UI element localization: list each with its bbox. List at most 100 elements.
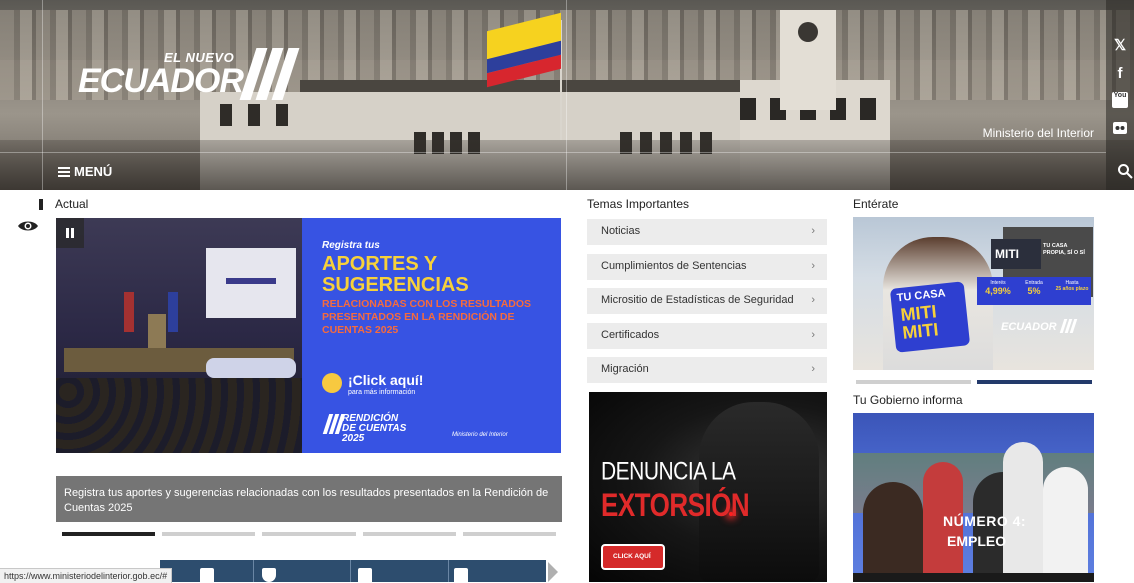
miti-text: MITI MITI <box>899 301 940 343</box>
slider-dot[interactable] <box>62 532 156 536</box>
gobierno-banner[interactable]: NÚMERO 4: EMPLEO <box>853 413 1094 582</box>
chevron-right-icon: › <box>811 225 815 237</box>
slider-dot[interactable] <box>162 532 256 536</box>
numero-text: NÚMERO 4: <box>943 513 1027 529</box>
hero-banner: EL NUEVO ECUADOR Ministerio del Interior… <box>0 0 1134 190</box>
temas-title: Temas Importantes <box>587 197 690 211</box>
temas-list: Noticias › Cumplimientos de Sentencias ›… <box>587 219 827 392</box>
slide-photo <box>56 218 302 453</box>
browser-status-url: https://www.ministeriodelinterior.gob.ec… <box>0 568 173 583</box>
menu-button[interactable]: MENÚ <box>58 164 112 179</box>
extorsion-line1: DENUNCIA LA <box>601 458 736 486</box>
hero-front-shade <box>0 140 1134 190</box>
search-icon[interactable] <box>1117 163 1133 179</box>
x-icon[interactable]: 𝕏 <box>1112 38 1128 54</box>
rendicion-bars-icon <box>322 414 346 434</box>
hamburger-icon <box>58 167 70 177</box>
slider-dot[interactable] <box>977 380 1092 384</box>
accessibility-eye-icon[interactable] <box>17 219 39 233</box>
slider-dots <box>62 532 557 536</box>
slider-dot[interactable] <box>362 532 456 536</box>
casa-propia-badge: TU CASA PROPIA, SÍ O SÍ <box>1043 239 1089 269</box>
ecuador-logo-text: ECUADOR <box>1001 321 1057 333</box>
hero-guide-line <box>42 0 43 190</box>
quick-link-divider <box>253 560 254 582</box>
rate-plazo: Hasta 25 años plazo <box>1055 280 1089 292</box>
tema-label: Cumplimientos de Sentencias <box>601 259 747 272</box>
person-photo <box>863 482 923 582</box>
quick-link-icon[interactable] <box>200 568 214 582</box>
hero-guide-line <box>0 152 1106 153</box>
tema-label: Noticias <box>601 225 641 237</box>
logo-bars-icon <box>228 48 300 100</box>
flickr-icon[interactable] <box>1112 120 1128 136</box>
logo-big-text: ECUADOR <box>78 62 244 100</box>
slider-dot[interactable] <box>262 532 356 536</box>
pause-button[interactable] <box>56 218 84 248</box>
slide-subhead: RELACIONADAS CON LOS RESULTADOS PRESENTA… <box>322 298 532 336</box>
ministry-label: Ministerio del Interior <box>982 126 1094 140</box>
quick-links-bar <box>160 560 546 582</box>
tema-noticias[interactable]: Noticias › <box>587 219 827 245</box>
el-nuevo-ecuador-logo[interactable]: EL NUEVO ECUADOR <box>78 46 300 106</box>
credito-text: MITI <box>995 247 1019 261</box>
person-photo <box>1043 467 1088 582</box>
facebook-icon[interactable]: f <box>1112 66 1128 82</box>
extorsion-button-label: CLICK AQUÍ <box>613 553 651 560</box>
slide-ministry: Ministerio del Interior <box>452 432 508 438</box>
tema-certificados[interactable]: Certificados › <box>587 322 827 349</box>
tema-cumplimientos[interactable]: Cumplimientos de Sentencias › <box>587 253 827 280</box>
credito-badge: MITI <box>991 239 1041 269</box>
youtube-icon[interactable]: You <box>1112 92 1128 108</box>
rate-entrada: Entrada 5% <box>1025 280 1043 296</box>
slider-dot[interactable] <box>462 532 557 536</box>
slide-caption[interactable]: Registra tus aportes y sugerencias relac… <box>56 476 562 522</box>
section-marker <box>39 199 43 210</box>
extorsion-banner[interactable]: DENUNCIA LA EXTORSIÓN CLICK AQUÍ <box>589 392 827 582</box>
pointing-hand-icon <box>322 373 342 393</box>
rate-interes: Interés 4,99% <box>985 280 1011 296</box>
quick-link-divider <box>448 560 449 582</box>
shield-icon[interactable] <box>262 568 276 582</box>
rates-box: Interés 4,99% Entrada 5% Hasta 25 años plaz… <box>977 277 1091 305</box>
slide-promo-panel: Registra tus APORTES Y SUGERENCIAS RELAC… <box>302 218 561 453</box>
extorsion-click-button[interactable]: CLICK AQUÍ <box>601 544 665 570</box>
quick-links-next-arrow[interactable] <box>548 562 558 582</box>
person-photo <box>1003 442 1043 582</box>
tema-label: Migración <box>601 363 649 375</box>
tu-casa-sign: TU CASA MITI MITI <box>889 281 971 353</box>
ecuador-bars-icon <box>1059 319 1078 333</box>
empleo-text: EMPLEO <box>947 533 1007 549</box>
chevron-right-icon: › <box>811 363 815 375</box>
tema-label: Certificados <box>601 328 660 341</box>
chevron-right-icon: › <box>811 328 815 341</box>
banner-bottom-strip <box>853 573 1094 582</box>
gobierno-title: Tu Gobierno informa <box>853 393 963 407</box>
chevron-right-icon: › <box>811 294 815 306</box>
tema-label: Micrositio de Estadísticas de Seguridad <box>601 294 794 306</box>
slide-rendicion: RENDICIÓN DE CUENTAS 2025 <box>342 413 407 444</box>
slide-click-label[interactable]: ¡Click aquí! <box>348 372 423 388</box>
chevron-right-icon: › <box>811 259 815 272</box>
slider-dot[interactable] <box>856 380 971 384</box>
slide-click-sub: para más información <box>348 389 416 396</box>
extorsion-line2: EXTORSIÓN <box>601 486 750 524</box>
tema-migracion[interactable]: Migración › <box>587 357 827 383</box>
social-bar: 𝕏 f You <box>1106 0 1134 190</box>
news-slide[interactable]: Registra tus APORTES Y SUGERENCIAS RELAC… <box>56 218 561 453</box>
enterate-title: Entérate <box>853 197 899 211</box>
slide-caption-text: Registra tus aportes y sugerencias relac… <box>64 487 549 514</box>
slide-registra: Registra tus <box>322 240 380 251</box>
document-icon[interactable] <box>454 568 468 582</box>
quick-link-divider <box>350 560 351 582</box>
casa-propia-text: TU CASA PROPIA, SÍ O SÍ <box>1043 243 1085 256</box>
enterate-banner[interactable]: TU CASA MITI MITI MITI TU CASA PROPIA, S… <box>853 217 1094 370</box>
menu-label: MENÚ <box>74 164 113 179</box>
slide-headline: APORTES Y SUGERENCIAS <box>322 253 469 296</box>
actual-title: Actual <box>55 197 89 211</box>
folder-icon[interactable] <box>358 568 372 582</box>
hero-guide-line <box>566 0 567 190</box>
enterate-dots <box>856 380 1092 384</box>
hero-clock-tower <box>780 10 836 110</box>
tema-micrositio[interactable]: Micrositio de Estadísticas de Seguridad … <box>587 288 827 314</box>
